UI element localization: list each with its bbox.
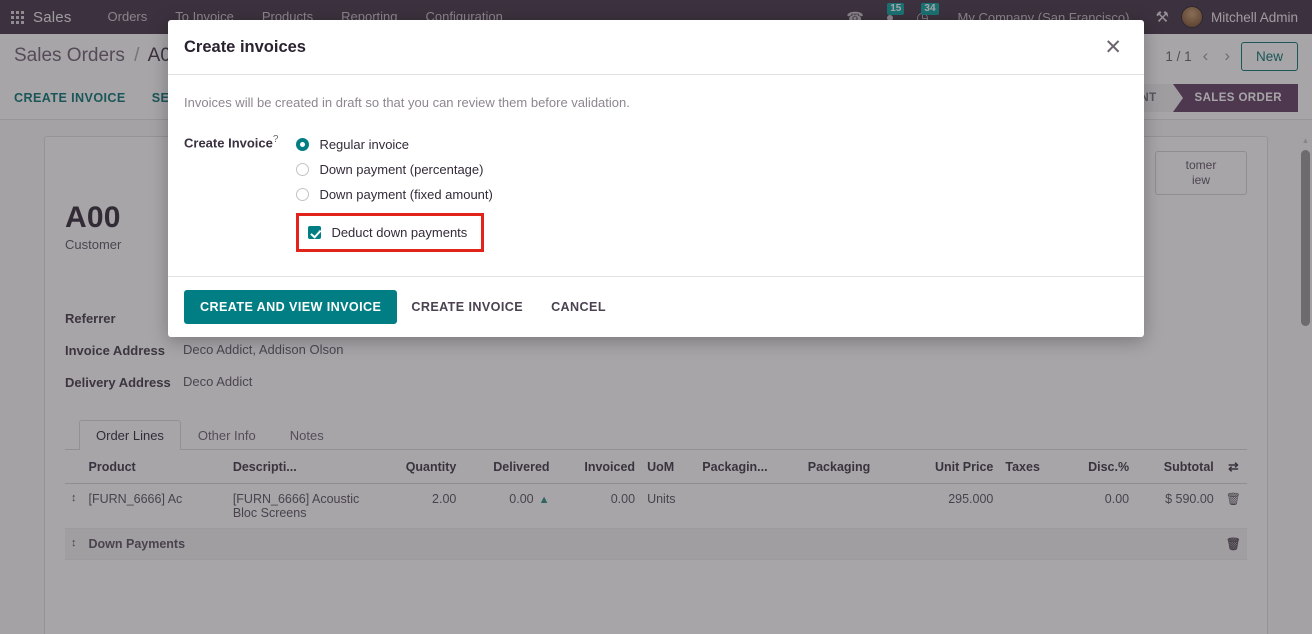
app-root: Sales Orders To Invoice Products Reporti… xyxy=(0,0,1312,634)
dialog-header: Create invoices ✕ xyxy=(168,20,1144,75)
close-icon[interactable]: ✕ xyxy=(1102,37,1124,58)
dialog-footer: CREATE AND VIEW INVOICE CREATE INVOICE C… xyxy=(168,276,1144,337)
create-and-view-invoice-button[interactable]: CREATE AND VIEW INVOICE xyxy=(184,290,398,324)
option-down-payment-percentage-label: Down payment (percentage) xyxy=(319,162,484,177)
option-regular-invoice-label: Regular invoice xyxy=(319,137,410,152)
dialog-note: Invoices will be created in draft so tha… xyxy=(184,95,630,110)
create-invoice-label-text: Create Invoice xyxy=(184,135,273,151)
scroll-up-arrow-icon[interactable]: ▲ xyxy=(1301,136,1310,145)
invoice-type-options: Regular invoice Down payment (percentage… xyxy=(296,132,493,252)
deduct-down-payments-highlight: Deduct down payments xyxy=(296,213,485,252)
create-invoice-label: Create Invoice? xyxy=(184,132,278,150)
option-down-payment-fixed-label: Down payment (fixed amount) xyxy=(319,187,493,202)
radio-regular-invoice[interactable] xyxy=(296,138,310,151)
help-icon[interactable]: ? xyxy=(273,134,279,145)
vertical-scrollbar[interactable] xyxy=(1301,150,1310,326)
checkbox-deduct-down-payments-label: Deduct down payments xyxy=(331,225,468,240)
option-down-payment-fixed[interactable]: Down payment (fixed amount) xyxy=(296,182,493,207)
create-invoice-field-group: Create Invoice? Regular invoice Down pay… xyxy=(184,132,1128,252)
checkbox-deduct-down-payments[interactable] xyxy=(308,226,322,239)
create-invoices-dialog: Create invoices ✕ Invoices will be creat… xyxy=(168,20,1144,337)
deduct-down-payments-row[interactable]: Deduct down payments xyxy=(296,213,485,252)
radio-down-payment-percentage[interactable] xyxy=(296,163,310,176)
option-regular-invoice[interactable]: Regular invoice xyxy=(296,132,492,157)
cancel-button[interactable]: CANCEL xyxy=(537,291,620,323)
dialog-body: Invoices will be created in draft so tha… xyxy=(168,75,1144,276)
create-invoice-button[interactable]: CREATE INVOICE xyxy=(397,291,537,323)
option-down-payment-percentage[interactable]: Down payment (percentage) xyxy=(296,157,492,182)
dialog-title: Create invoices xyxy=(184,38,306,56)
radio-down-payment-fixed[interactable] xyxy=(296,188,310,201)
